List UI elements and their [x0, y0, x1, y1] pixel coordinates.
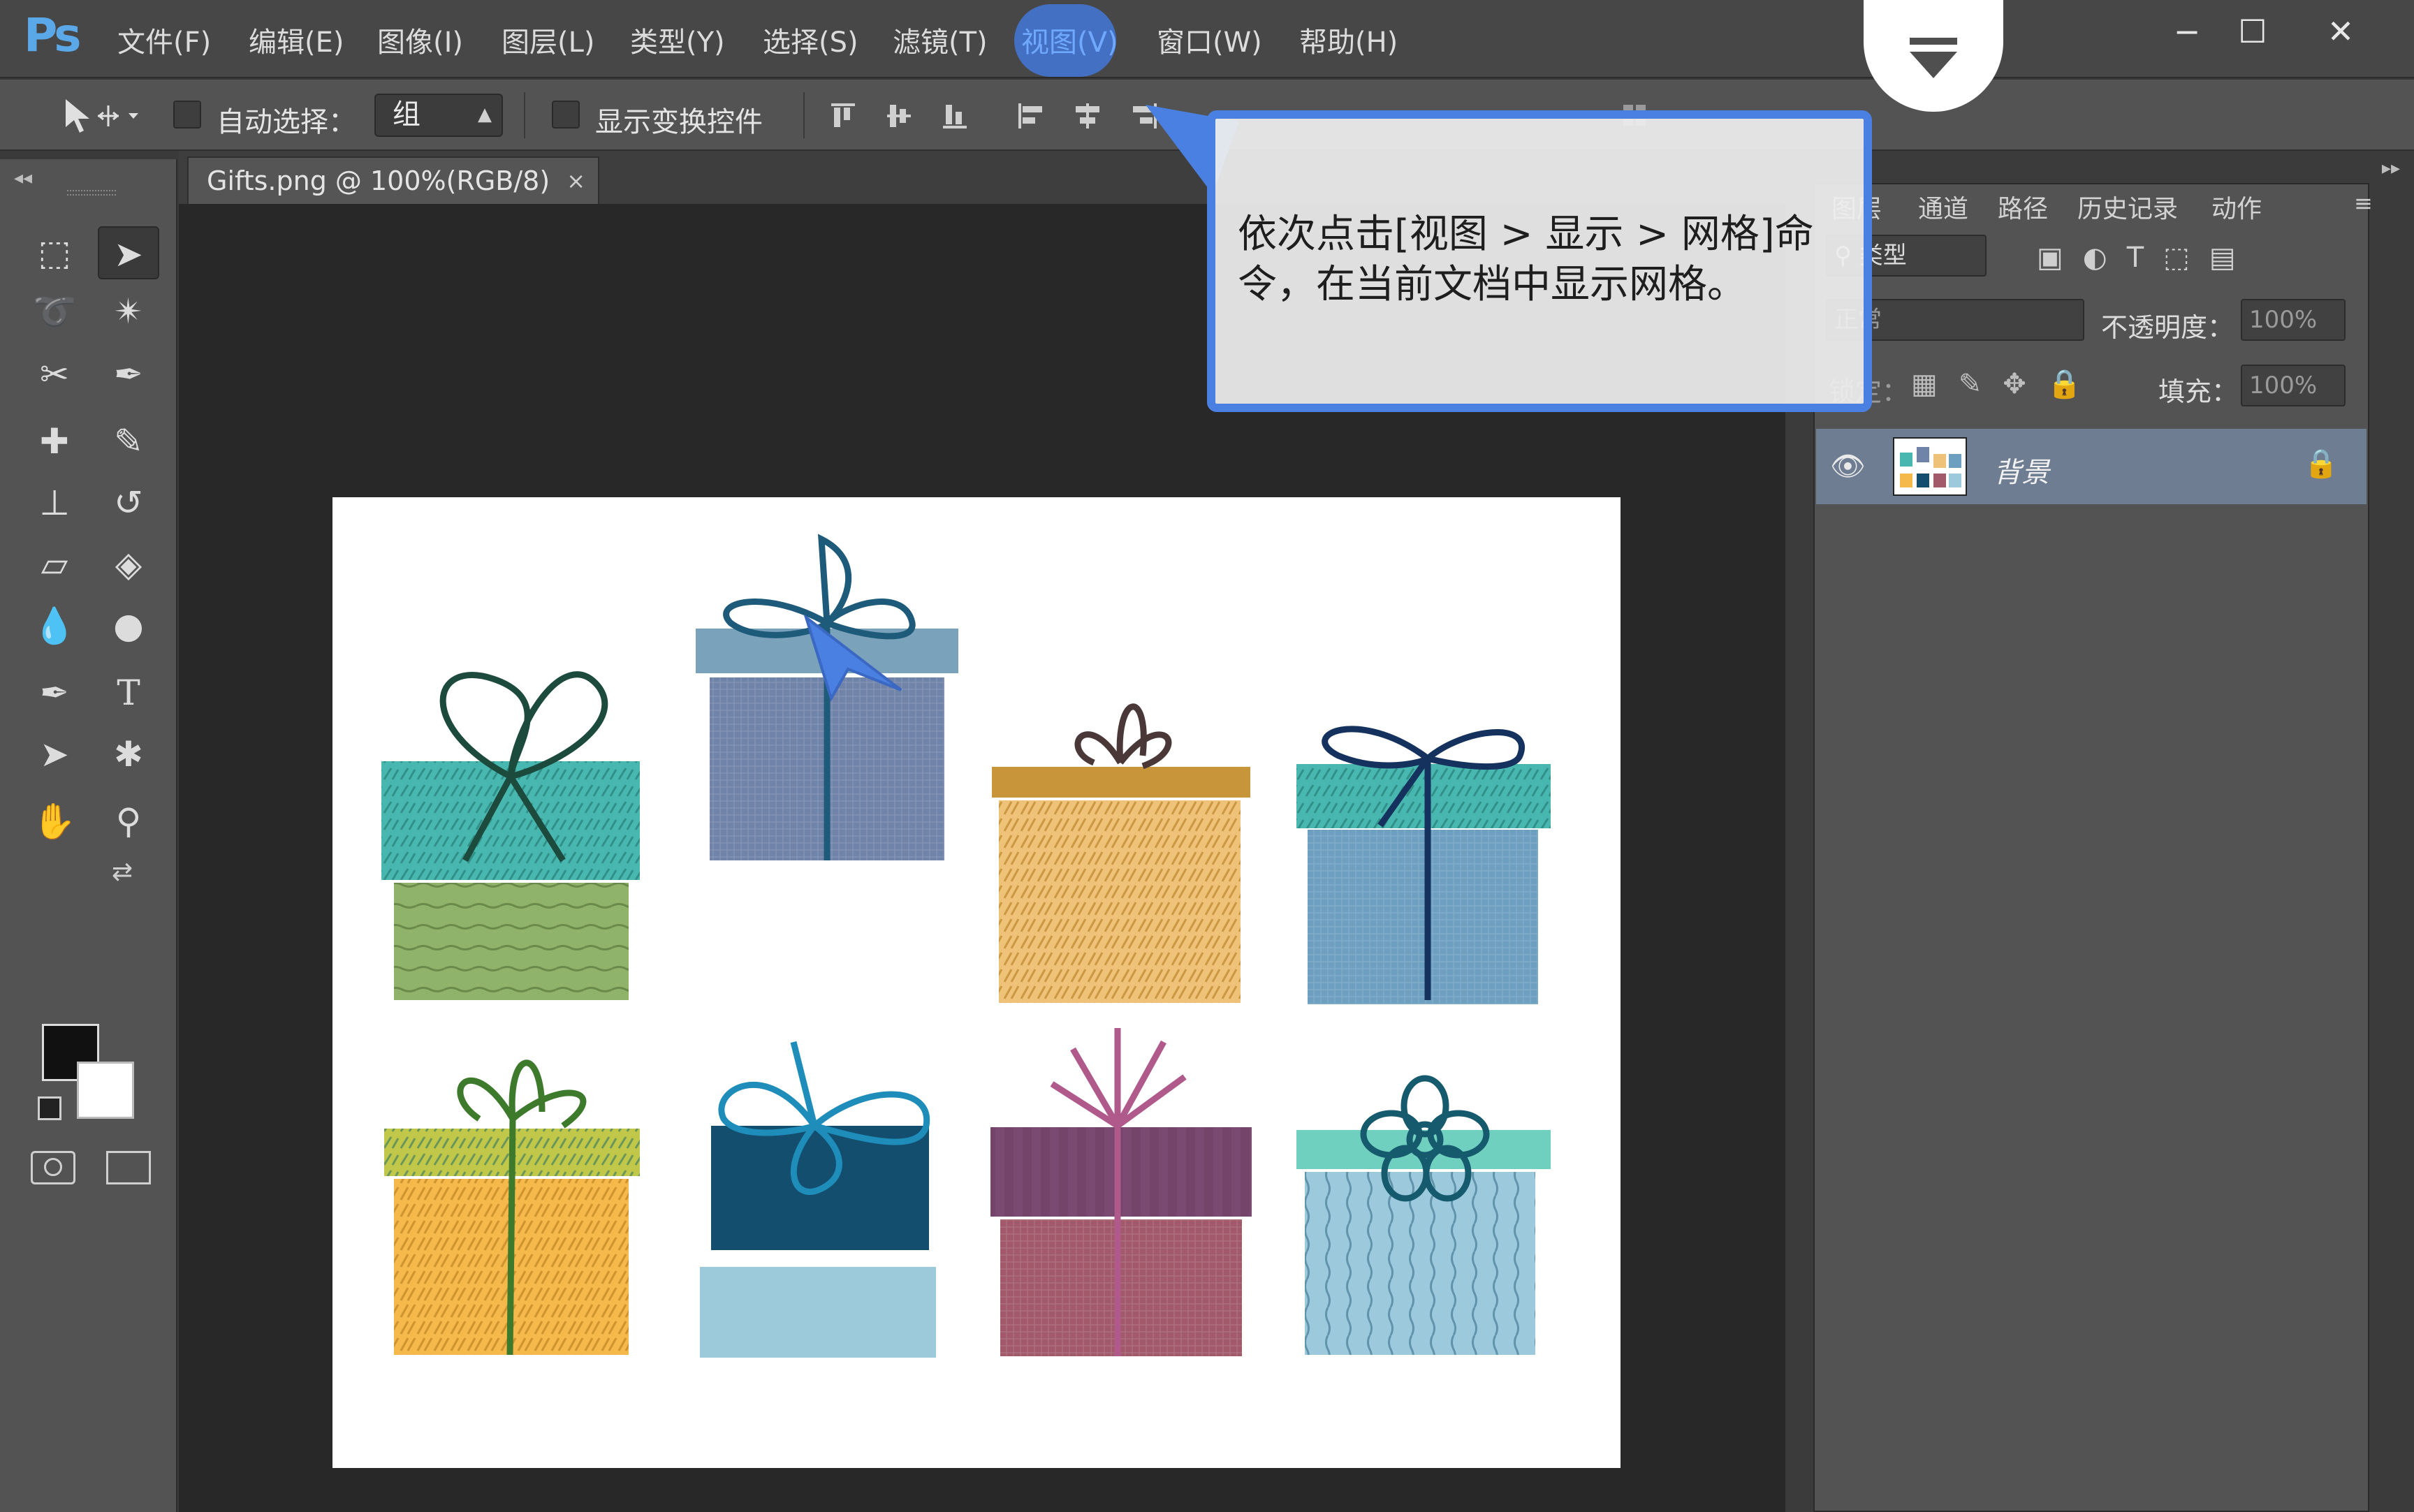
close-button[interactable]: ✕: [2309, 7, 2372, 56]
align-top-icon[interactable]: [828, 102, 858, 130]
chevron-down-icon: [1910, 38, 1957, 78]
pen-tool-icon[interactable]: ✒: [24, 666, 85, 719]
menu-file[interactable]: 文件(F): [117, 20, 211, 60]
opacity-value: 100%: [2249, 306, 2318, 334]
menu-filter[interactable]: 滤镜(T): [893, 20, 988, 60]
dropdown-badge[interactable]: [1864, 0, 2003, 112]
zoom-tool-icon[interactable]: ⚲: [98, 795, 159, 848]
paint-bucket-tool-icon[interactable]: ◈: [98, 538, 159, 591]
grip-handle[interactable]: [67, 190, 116, 196]
tab-history[interactable]: 历史记录: [2077, 189, 2178, 225]
minimize-button[interactable]: −: [2156, 7, 2218, 56]
tab-channels[interactable]: 通道: [1918, 189, 1968, 225]
document-image[interactable]: [332, 497, 1621, 1468]
fill-label: 填充：: [2158, 376, 2239, 407]
align-bottom-icon[interactable]: [940, 102, 970, 130]
blur-tool-icon[interactable]: 💧: [24, 599, 85, 652]
opacity-label: 不透明度：: [2101, 312, 2234, 343]
eraser-tool-icon[interactable]: ▱: [24, 538, 85, 591]
gifts-artwork: [381, 534, 1551, 1358]
hand-tool-icon[interactable]: ✋: [24, 795, 85, 848]
menu-type[interactable]: 类型(Y): [630, 20, 725, 60]
maximize-button[interactable]: ☐: [2221, 7, 2284, 56]
auto-select-checkbox[interactable]: [173, 101, 201, 129]
align-vcenter-icon[interactable]: [884, 102, 914, 130]
menu-help[interactable]: 帮助(H): [1299, 20, 1398, 60]
opacity-field[interactable]: 100%: [2241, 299, 2346, 341]
document-tab-title: Gifts.png @ 100%(RGB/8): [207, 166, 550, 196]
marquee-tool-icon[interactable]: ⬚: [24, 226, 85, 279]
close-icon[interactable]: ×: [566, 158, 585, 204]
lasso-tool-icon[interactable]: ➰: [24, 285, 85, 338]
quick-mask-icon[interactable]: [31, 1151, 75, 1184]
custom-shape-tool-icon[interactable]: ✱: [98, 728, 159, 781]
fill-field[interactable]: 100%: [2241, 365, 2346, 406]
magic-wand-tool-icon[interactable]: ✴: [98, 285, 159, 338]
auto-select-dropdown[interactable]: 组 ▲: [374, 94, 503, 137]
brush-tool-icon[interactable]: ✎: [98, 415, 159, 468]
history-brush-tool-icon[interactable]: ↺: [98, 476, 159, 529]
menu-select[interactable]: 选择(S): [763, 20, 858, 60]
menu-layer[interactable]: 图层(L): [502, 20, 595, 60]
menu-window[interactable]: 窗口(W): [1157, 20, 1262, 60]
fill-value: 100%: [2249, 372, 2318, 399]
layer-thumbnail: [1893, 437, 1967, 496]
layer-name: 背景: [1994, 457, 2049, 489]
dodge-tool-icon[interactable]: ●: [98, 599, 159, 652]
layer-row-background[interactable]: 👁 背景 🔒: [1816, 429, 2367, 504]
show-transform-label: 显示变换控件: [595, 106, 763, 138]
clone-stamp-tool-icon[interactable]: ⊥: [24, 476, 85, 529]
photoshop-logo: Ps: [24, 8, 81, 62]
type-tool-icon[interactable]: T: [98, 666, 159, 719]
document-tab[interactable]: Gifts.png @ 100%(RGB/8) ×: [187, 156, 599, 204]
menu-edit[interactable]: 编辑(E): [249, 20, 344, 60]
divider: [524, 92, 525, 138]
chevron-updown-icon: ▲: [478, 104, 492, 125]
screen-mode-icon[interactable]: [106, 1151, 151, 1184]
panel-menu-icon[interactable]: ≡: [2354, 190, 2373, 216]
menu-image[interactable]: 图像(I): [377, 20, 463, 60]
layer-filter-icons[interactable]: ▣◐T⬚▤: [2037, 242, 2255, 274]
divider: [803, 92, 805, 138]
crop-tool-icon[interactable]: ✂: [24, 348, 85, 401]
default-colors-icon[interactable]: [38, 1096, 61, 1120]
tab-actions[interactable]: 动作: [2211, 189, 2262, 225]
align-left-icon[interactable]: [1017, 102, 1046, 130]
lock-icon: 🔒: [2304, 448, 2339, 480]
eyedropper-tool-icon[interactable]: ✒: [98, 348, 159, 401]
move-tool-icon[interactable]: ➤: [98, 226, 159, 279]
menu-bar: Ps 文件(F) 编辑(E) 图像(I) 图层(L) 类型(Y) 选择(S) 滤…: [0, 0, 2414, 78]
toolbox: ◂◂ ⬚ ➤ ➰ ✴ ✂ ✒ ✚ ✎ ⊥ ↺ ▱ ◈ 💧 ● ✒ T ➤ ✱ ✋…: [0, 159, 177, 1512]
tutorial-callout: 依次点击[视图 > 显示 > 网格]命令，在当前文档中显示网格。: [1207, 110, 1872, 412]
lock-icons[interactable]: ▦✎✥🔒: [1911, 367, 2103, 400]
move-tool-icon[interactable]: [56, 95, 147, 137]
menu-view[interactable]: 视图(V): [1021, 20, 1118, 60]
callout-text: 依次点击[视图 > 显示 > 网格]命令，在当前文档中显示网格。: [1238, 212, 1814, 307]
show-transform-checkbox[interactable]: [552, 101, 580, 129]
auto-select-value: 组: [393, 98, 420, 131]
auto-select-label: 自动选择：: [217, 106, 356, 138]
swap-colors-icon[interactable]: ⇄: [112, 858, 133, 886]
expand-icon[interactable]: ▸▸: [2382, 158, 2400, 179]
tab-paths[interactable]: 路径: [1998, 189, 2048, 225]
background-color-swatch[interactable]: [77, 1062, 134, 1119]
eye-icon[interactable]: 👁: [1830, 450, 1866, 483]
collapse-icon[interactable]: ◂◂: [14, 168, 32, 189]
healing-brush-tool-icon[interactable]: ✚: [24, 415, 85, 468]
path-selection-tool-icon[interactable]: ➤: [24, 728, 85, 781]
align-hcenter-icon[interactable]: [1073, 102, 1102, 130]
mouse-pointer-icon: [803, 615, 902, 702]
